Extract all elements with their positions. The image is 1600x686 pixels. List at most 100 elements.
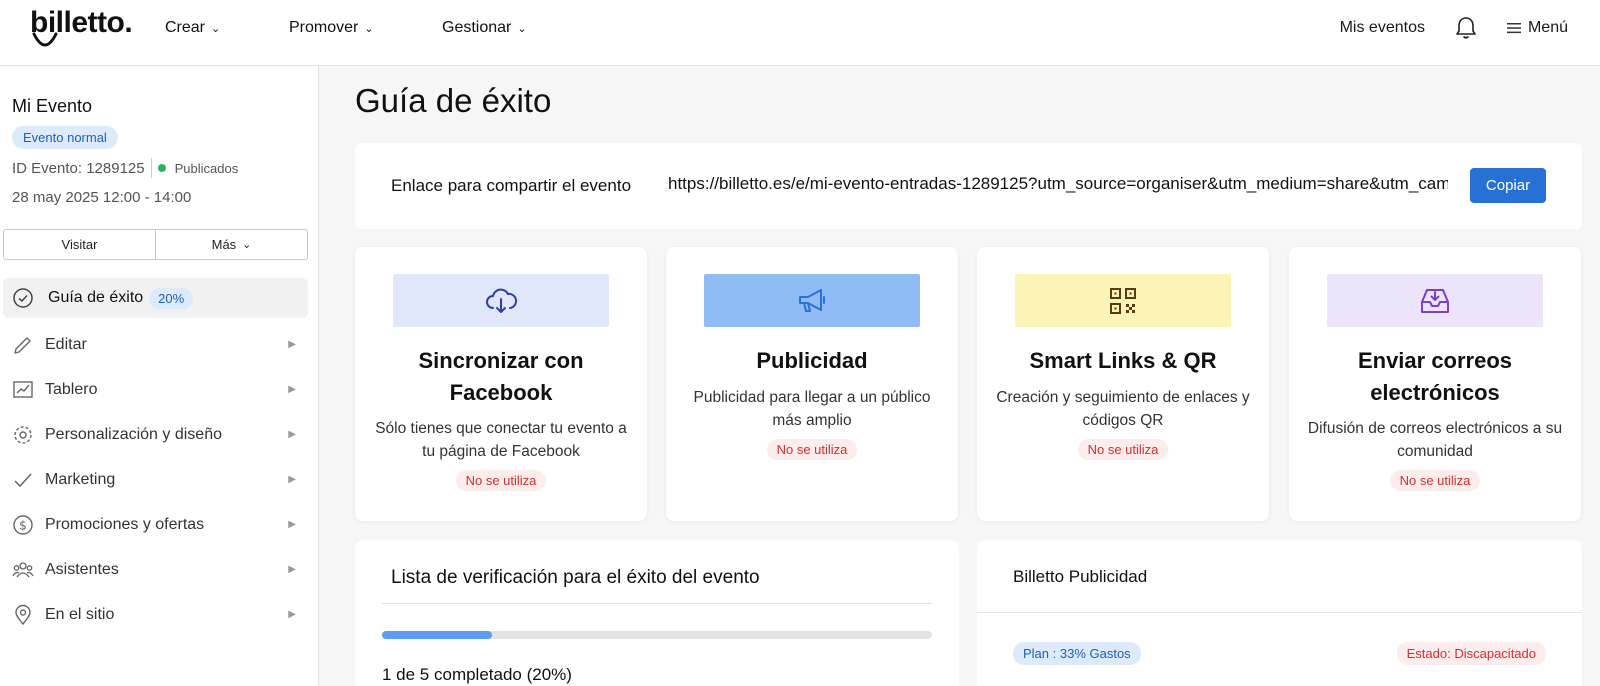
advertising-card: Billetto Publicidad Plan : 33% Gastos Es… [977, 540, 1582, 686]
nav-promover[interactable]: Promover ⌄ [289, 0, 374, 56]
copy-button[interactable]: Copiar [1470, 168, 1546, 203]
sidebar-item-label: Guía de éxito [48, 289, 144, 306]
feature-band [1015, 274, 1231, 327]
sidebar-item-personalizacion[interactable]: Personalización y diseño ▶ [3, 412, 308, 457]
feature-band [704, 274, 920, 327]
people-icon [12, 559, 34, 581]
visit-button[interactable]: Visitar [4, 230, 155, 259]
nav-crear[interactable]: Crear ⌄ [165, 0, 220, 56]
event-type-badge: Evento normal [12, 126, 118, 149]
sidebar-item-label: Editar [45, 335, 87, 353]
caret-right-icon: ▶ [288, 519, 296, 530]
sidebar-item-asistentes[interactable]: Asistentes ▶ [3, 547, 308, 592]
event-status: Publicados [174, 160, 239, 176]
feature-body: Creación y seguimiento de enlaces y códi… [977, 386, 1269, 460]
caret-right-icon: ▶ [288, 384, 296, 395]
smile-icon [32, 32, 58, 47]
sidebar-item-label: Tablero [45, 380, 98, 398]
feature-title: Enviar correos electrónicos [1357, 348, 1513, 405]
sidebar-item-tablero[interactable]: Tablero ▶ [3, 367, 308, 412]
qr-code-icon [1110, 287, 1136, 314]
visit-label: Visitar [61, 237, 98, 252]
feature-title: Sincronizar con Facebook [418, 348, 584, 405]
nav-gestionar-label: Gestionar [442, 19, 512, 36]
sidebar-item-label: Personalización y diseño [45, 425, 222, 443]
feature-body: Sólo tienes que conectar tu evento a tu … [355, 417, 647, 491]
event-date: 28 may 2025 12:00 - 14:00 [12, 189, 192, 206]
chart-icon [12, 379, 34, 401]
caret-right-icon: ▶ [288, 564, 296, 575]
share-link-url[interactable]: https://billetto.es/e/mi-evento-entradas… [668, 174, 1448, 194]
checklist-progress-bar [382, 631, 932, 639]
feature-card-publicidad[interactable]: Publicidad Publicidad para llegar a un p… [666, 247, 958, 521]
event-actions: Visitar Más ⌄ [3, 229, 308, 260]
pencil-icon [12, 334, 34, 356]
feature-status-badge: No se utiliza [1077, 439, 1169, 460]
sidebar-item-editar[interactable]: Editar ▶ [3, 322, 308, 367]
menu-label: Menú [1527, 19, 1568, 36]
checklist-card: Lista de verificación para el éxito del … [355, 540, 959, 686]
dollar-circle-icon: $ [12, 514, 34, 536]
caret-right-icon: ▶ [288, 474, 296, 485]
chevron-down-icon: ⌄ [242, 239, 252, 251]
hamburger-icon [1506, 23, 1521, 34]
sidebar-item-promociones[interactable]: $ Promociones y ofertas ▶ [3, 502, 308, 547]
feature-body: Publicidad para llegar a un público más … [666, 386, 958, 460]
status-dot [157, 164, 166, 172]
feature-description: Sólo tienes que conectar tu evento a tu … [375, 420, 627, 460]
nav-crear-label: Crear [165, 19, 206, 36]
event-id: ID Evento: 1289125 [12, 159, 145, 177]
chevron-down-icon: ⌄ [211, 22, 221, 35]
my-events-link[interactable]: Mis eventos [1340, 19, 1425, 37]
advertising-title: Billetto Publicidad [1013, 567, 1148, 586]
checklist-title: Lista de verificación para el éxito del … [391, 567, 760, 588]
feature-card-facebook[interactable]: Sincronizar con Facebook Sólo tienes que… [355, 247, 647, 521]
caret-right-icon: ▶ [288, 429, 296, 440]
divider [150, 158, 152, 178]
sidebar-item-label: Asistentes [45, 560, 119, 578]
more-label: Más [211, 237, 237, 252]
divider [382, 603, 932, 604]
page-title: Guía de éxito [355, 82, 552, 119]
progress-badge: 20% [149, 287, 194, 309]
sidebar-item-marketing[interactable]: Marketing ▶ [3, 457, 308, 502]
gear-icon [12, 424, 34, 446]
sidebar-item-label: Marketing [45, 470, 116, 488]
caret-right-icon: ▶ [288, 609, 296, 620]
plan-badge: Plan : 33% Gastos [1013, 642, 1141, 665]
feature-card-correos[interactable]: Enviar correos electrónicos Difusión de … [1289, 247, 1581, 521]
inbox-icon [1421, 288, 1449, 313]
svg-text:$: $ [19, 518, 27, 532]
sidebar: Mi Evento Evento normal ID Evento: 12891… [0, 66, 319, 686]
nav-gestionar[interactable]: Gestionar ⌄ [442, 0, 527, 56]
cloud-download-icon [486, 288, 518, 313]
share-link-label: Enlace para compartir el evento [391, 176, 632, 195]
feature-title: Smart Links & QR [1029, 348, 1217, 373]
sidebar-item-en-el-sitio[interactable]: En el sitio ▶ [3, 592, 308, 637]
sidebar-item-guia[interactable]: Guía de éxito 20% [3, 278, 308, 318]
top-bar: billetto. Crear ⌄ Promover ⌄ Gestionar ⌄… [0, 0, 1600, 66]
location-pin-icon [12, 604, 34, 626]
menu-button[interactable]: Menú [1506, 19, 1568, 37]
feature-description: Publicidad para llegar a un público más … [693, 389, 931, 429]
more-button[interactable]: Más ⌄ [155, 230, 307, 259]
feature-status-badge: No se utiliza [766, 439, 858, 460]
top-right-actions: Mis eventos Menú [1340, 0, 1568, 56]
bell-icon[interactable] [1455, 16, 1477, 40]
megaphone-icon [799, 288, 825, 312]
feature-card-smart-links[interactable]: Smart Links & QR Creación y seguimiento … [977, 247, 1269, 521]
feature-band [1327, 274, 1543, 327]
event-name: Mi Evento [12, 96, 93, 116]
checklist-count: 1 de 5 completado (20%) [382, 665, 572, 684]
checklist-progress-fill [382, 631, 492, 639]
state-badge: Estado: Discapacitado [1396, 642, 1546, 665]
sidebar-item-label: Promociones y ofertas [45, 515, 205, 533]
caret-right-icon: ▶ [288, 339, 296, 350]
chevron-down-icon: ⌄ [364, 22, 374, 35]
feature-title: Publicidad [756, 348, 868, 373]
share-link-card: Enlace para compartir el evento https://… [355, 143, 1582, 229]
check-circle-icon [12, 287, 34, 309]
checkmark-icon [12, 469, 34, 491]
feature-status-badge: No se utiliza [1389, 470, 1481, 491]
feature-band [393, 274, 609, 327]
